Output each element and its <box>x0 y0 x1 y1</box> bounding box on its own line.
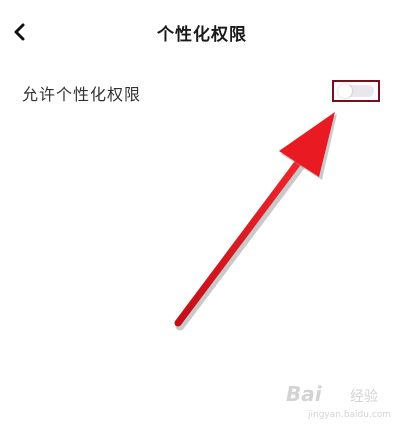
watermark-text: 经验 <box>350 389 378 405</box>
watermark: Bai 经验 jingyan.baidu.com <box>286 376 396 426</box>
annotation-arrow <box>174 112 337 331</box>
watermark-url: jingyan.baidu.com <box>308 410 392 420</box>
watermark-logo: Bai <box>286 382 322 406</box>
